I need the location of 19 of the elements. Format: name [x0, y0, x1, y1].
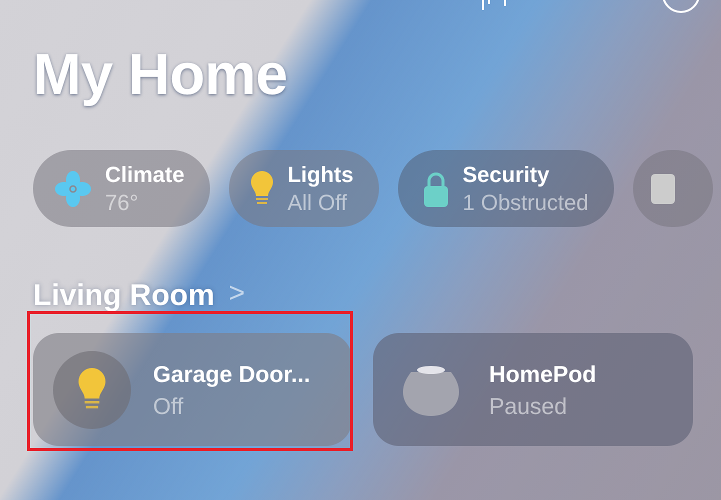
chip-label: Climate — [105, 160, 184, 188]
accessory-tile[interactable]: Garage Door... Off — [33, 333, 352, 446]
chip-status: 1 Obstructed — [462, 188, 588, 216]
accessory-status: Off — [153, 392, 184, 420]
lock-icon — [424, 170, 448, 206]
chevron-icon[interactable]: > — [228, 277, 246, 309]
chip-status: All Off — [287, 188, 348, 216]
accessory-name: HomePod — [489, 360, 596, 388]
category-chip[interactable]: Security 1 Obstructed — [398, 150, 614, 227]
accessory-status: Paused — [489, 392, 568, 420]
lightbulb-icon — [251, 170, 274, 206]
page-title: My Home — [33, 41, 288, 109]
category-chip[interactable]: Lights All Off — [229, 150, 380, 227]
fan-icon — [55, 170, 91, 206]
accessory-tile[interactable]: HomePod Paused — [373, 333, 693, 446]
chip-label: Lights — [287, 160, 354, 188]
chip-label: Security — [462, 160, 550, 188]
square-icon — [651, 174, 676, 204]
accessory-name: Garage Door... — [153, 360, 310, 389]
